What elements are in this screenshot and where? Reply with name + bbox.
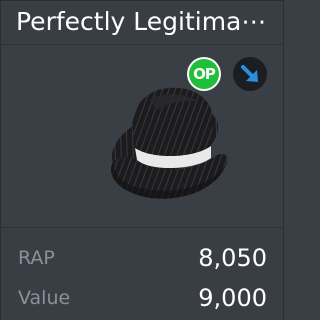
fedora-hat-image xyxy=(111,87,228,199)
item-title[interactable]: Perfectly Legitima⋯ xyxy=(16,5,276,39)
rap-value: 8,050 xyxy=(198,244,267,272)
arrow-down-right-icon xyxy=(241,65,258,82)
item-card[interactable]: Perfectly Legitima⋯ OP RAP 8,050 Value 9… xyxy=(0,0,284,320)
rap-label: RAP xyxy=(18,247,55,269)
value-row: Value 9,000 xyxy=(1,280,283,316)
stats-panel: RAP 8,050 Value 9,000 xyxy=(1,227,283,320)
op-badge[interactable]: OP xyxy=(187,57,221,91)
item-thumbnail[interactable]: OP xyxy=(1,45,283,227)
value-value: 9,000 xyxy=(198,284,267,312)
projected-badge[interactable] xyxy=(233,57,267,91)
title-bar: Perfectly Legitima⋯ xyxy=(1,1,283,45)
value-label: Value xyxy=(18,287,71,309)
op-badge-label: OP xyxy=(189,59,219,89)
rap-row: RAP 8,050 xyxy=(1,240,283,276)
